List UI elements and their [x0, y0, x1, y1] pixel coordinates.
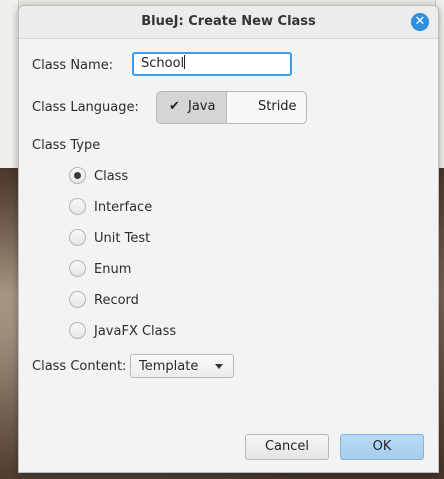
language-toggle: ✔ Java Stride	[156, 91, 307, 124]
radio-unit-test-label[interactable]: Unit Test	[94, 231, 150, 246]
radio-interface-label[interactable]: Interface	[94, 200, 152, 215]
language-option-label: Java	[188, 99, 216, 114]
class-name-label: Class Name:	[32, 58, 114, 73]
radio-javafx-class-label[interactable]: JavaFX Class	[94, 324, 176, 339]
text-caret	[184, 55, 186, 69]
radio-class-label[interactable]: Class	[94, 169, 128, 184]
background-window-edge	[0, 0, 19, 168]
class-content-label: Class Content:	[32, 359, 127, 374]
language-option-java[interactable]: ✔ Java	[157, 92, 227, 123]
class-language-label: Class Language:	[32, 100, 139, 115]
checkmark-icon: ✔	[169, 99, 180, 114]
dialog-title: BlueJ: Create New Class	[141, 14, 316, 29]
cancel-button[interactable]: Cancel	[245, 434, 329, 460]
radio-unit-test[interactable]	[69, 229, 86, 246]
radio-enum-label[interactable]: Enum	[94, 262, 131, 277]
radio-interface[interactable]	[69, 198, 86, 215]
chevron-down-icon	[215, 364, 223, 369]
class-type-label: Class Type	[32, 138, 101, 153]
ok-button[interactable]: OK	[340, 434, 424, 460]
radio-record-label[interactable]: Record	[94, 293, 139, 308]
radio-class[interactable]	[69, 167, 86, 184]
radio-javafx-class[interactable]	[69, 322, 86, 339]
radio-enum[interactable]	[69, 260, 86, 277]
radio-record[interactable]	[69, 291, 86, 308]
close-icon: ✕	[414, 14, 426, 29]
language-option-stride[interactable]: Stride	[227, 92, 306, 123]
class-name-input[interactable]: School	[132, 52, 292, 76]
title-bar: BlueJ: Create New Class ✕	[19, 6, 438, 39]
class-name-value: School	[141, 56, 185, 71]
close-button[interactable]: ✕	[411, 13, 429, 31]
class-content-dropdown[interactable]: Template	[130, 354, 234, 378]
class-content-value: Template	[139, 359, 199, 374]
create-new-class-dialog: BlueJ: Create New Class ✕ Class Name: Sc…	[18, 5, 439, 473]
language-option-label: Stride	[258, 99, 297, 114]
